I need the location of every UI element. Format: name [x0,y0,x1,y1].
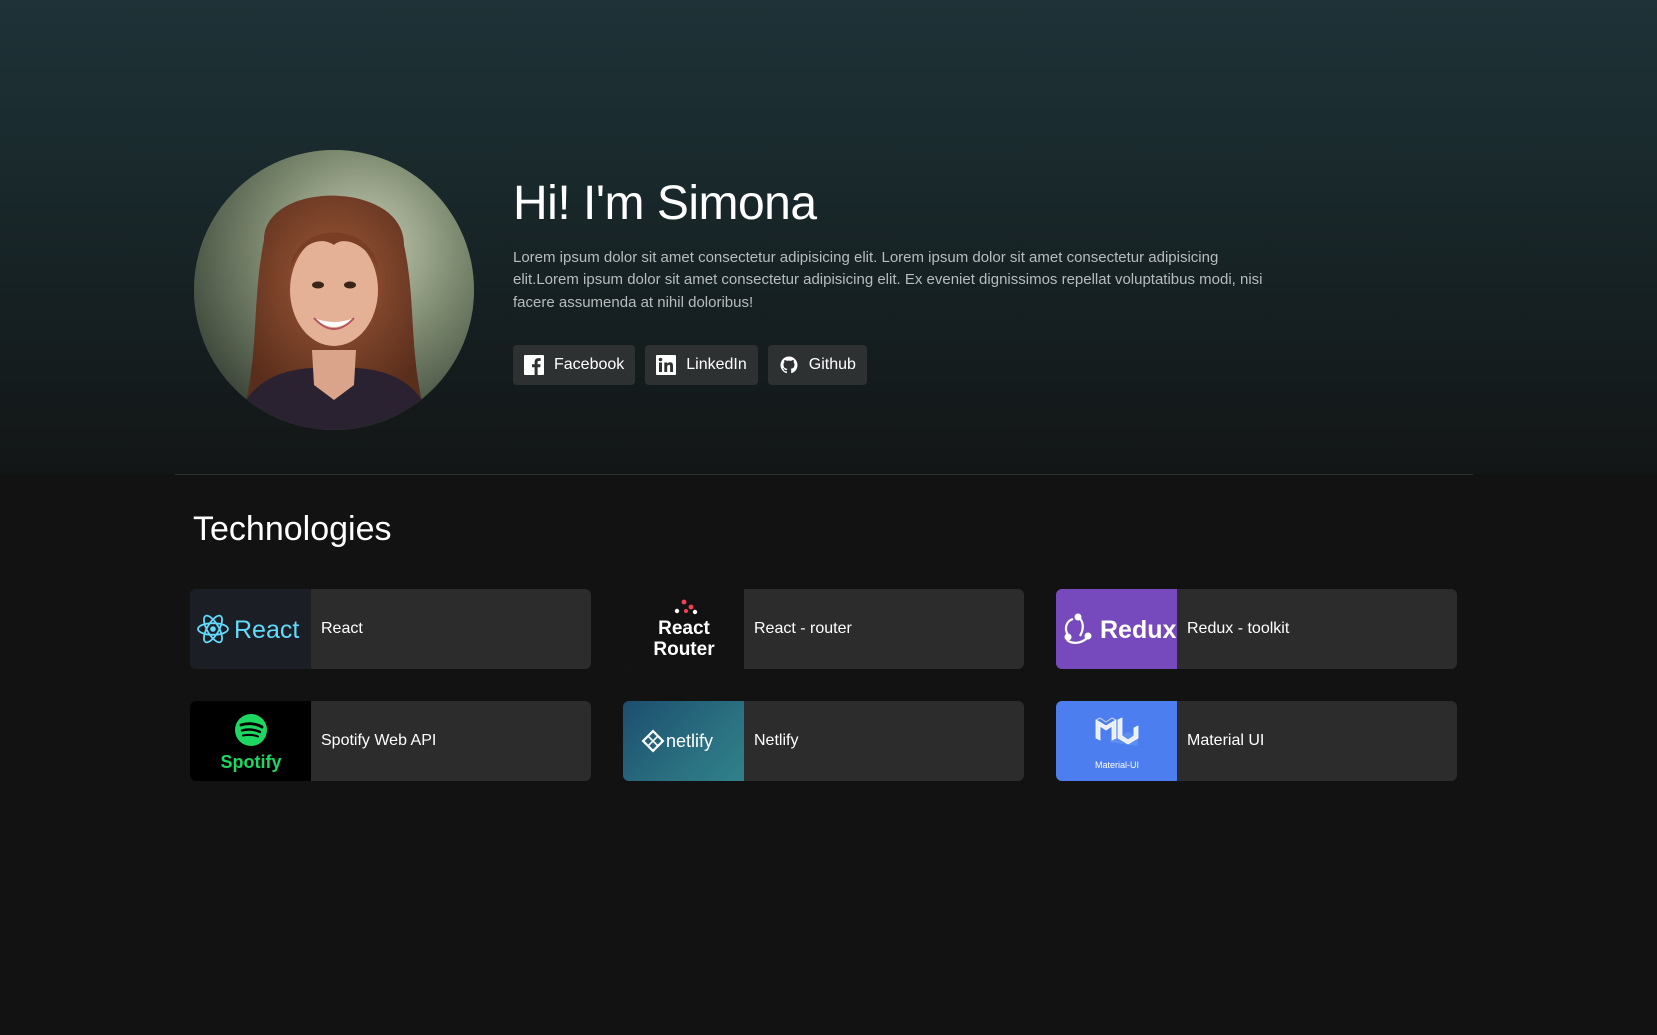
react-router-logo: React Router [623,589,744,669]
tech-card-spotify[interactable]: Spotify Spotify Web API [190,701,591,781]
redux-logo: Redux [1056,589,1177,669]
netlify-logo: netlify [623,701,744,781]
technologies-heading: Technologies [193,510,392,548]
tech-label-redux: Redux - toolkit [1187,620,1290,637]
material-ui-logo-text: Material-UI [1094,760,1138,770]
avatar-portrait-image [194,150,474,430]
tech-card-react-router[interactable]: React Router React - router [623,589,1024,669]
tech-card-react[interactable]: React React [190,589,591,669]
linkedin-button[interactable]: LinkedIn [645,345,758,386]
technologies-grid: React React React Router React - router [190,589,1458,781]
spotify-logo: Spotify [190,701,311,781]
portfolio-page: Hi! I'm Simona Lorem ipsum dolor sit ame… [0,0,1657,1035]
redux-logo-text: Redux [1100,616,1176,644]
hero-text: Hi! I'm Simona Lorem ipsum dolor sit ame… [513,177,1273,386]
facebook-label: Facebook [554,356,625,374]
linkedin-icon [656,355,677,376]
github-button[interactable]: Github [767,345,867,386]
github-label: Github [808,356,856,374]
react-router-logo-text-1: React [658,618,710,639]
avatar [194,150,474,430]
tech-label-material-ui: Material UI [1187,732,1265,749]
tech-label-react: React [321,620,363,637]
hero-description: Lorem ipsum dolor sit amet consectetur a… [513,248,1263,311]
spotify-logo-text: Spotify [220,752,281,772]
tech-card-material-ui[interactable]: Material-UI Material UI [1056,701,1457,781]
react-logo: React [190,589,311,669]
tech-card-redux[interactable]: Redux Redux - toolkit [1056,589,1457,669]
react-logo-text: React [234,616,299,644]
tech-label-react-router: React - router [754,620,852,637]
tech-label-netlify: Netlify [754,732,799,749]
social-links: Facebook LinkedIn Github [513,345,1273,386]
tech-card-netlify[interactable]: netlify Netlify [623,701,1024,781]
facebook-button[interactable]: Facebook [513,345,636,386]
github-icon [779,355,799,375]
linkedin-label: LinkedIn [686,356,747,374]
facebook-icon [524,355,544,376]
hero-section: Hi! I'm Simona Lorem ipsum dolor sit ame… [194,150,1394,430]
tech-label-spotify: Spotify Web API [321,732,437,749]
netlify-logo-text: netlify [666,731,713,751]
react-router-logo-text-2: Router [653,639,715,660]
section-divider [175,474,1473,475]
material-ui-logo: Material-UI [1056,701,1177,781]
page-title: Hi! I'm Simona [513,177,817,230]
